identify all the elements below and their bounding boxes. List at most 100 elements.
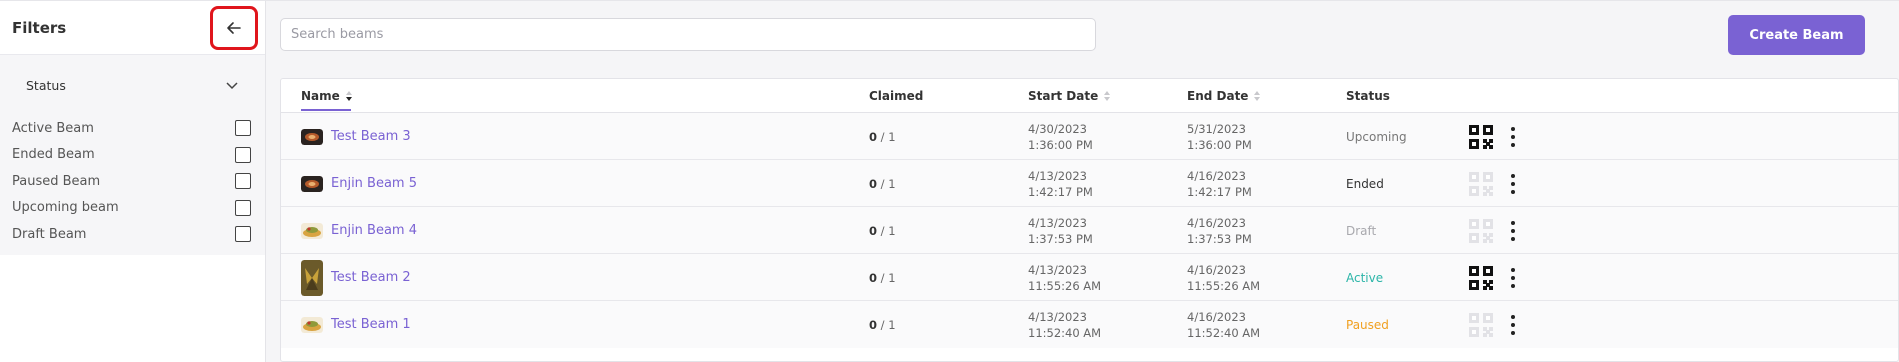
more-options-button[interactable]: [1510, 301, 1516, 348]
end-date-cell: 4/16/2023 1:42:17 PM: [1187, 160, 1252, 207]
start-date: 4/13/2023: [1028, 168, 1087, 183]
start-date-cell: 4/13/2023 11:52:40 AM: [1028, 301, 1101, 348]
beam-name-link[interactable]: Enjin Beam 5: [331, 176, 417, 191]
create-beam-button[interactable]: Create Beam: [1728, 15, 1865, 55]
search-input[interactable]: [280, 18, 1096, 51]
beam-name-link[interactable]: Test Beam 3: [331, 129, 411, 144]
name-cell: Enjin Beam 4: [301, 207, 417, 254]
claimed-count: 0: [869, 129, 878, 144]
status-cell: Ended: [1346, 160, 1384, 207]
more-vertical-icon: [1510, 314, 1516, 335]
end-time: 1:37:53 PM: [1187, 231, 1252, 246]
more-vertical-icon: [1510, 173, 1516, 194]
start-date: 4/30/2023: [1028, 121, 1087, 136]
claimed-total: / 1: [877, 223, 896, 238]
table-row[interactable]: Test Beam 1 0 / 1 4/13/2023 11:52:40 AM …: [281, 301, 1898, 348]
end-date-cell: 4/16/2023 11:52:40 AM: [1187, 301, 1260, 348]
claimed-total: / 1: [877, 270, 896, 285]
filter-option[interactable]: Paused Beam: [12, 168, 253, 195]
qr-cell[interactable]: [1469, 113, 1493, 160]
start-time: 1:36:00 PM: [1028, 137, 1093, 152]
table-row[interactable]: Test Beam 2 0 / 1 4/13/2023 11:55:26 AM …: [281, 254, 1898, 301]
claimed-count: 0: [869, 223, 878, 238]
more-options-button[interactable]: [1510, 254, 1516, 301]
end-date-cell: 5/31/2023 1:36:00 PM: [1187, 113, 1252, 160]
filter-checkbox[interactable]: [235, 226, 251, 243]
end-time: 11:52:40 AM: [1187, 325, 1261, 340]
filter-options-list: Active Beam Ended Beam Paused Beam Upcom…: [12, 115, 253, 248]
name-column-header[interactable]: Name: [301, 79, 352, 113]
name-sort-underline: [301, 109, 351, 111]
name-cell: Test Beam 3: [301, 113, 411, 160]
start-header-label: Start Date: [1028, 89, 1099, 103]
status-text: Paused: [1346, 317, 1389, 332]
collapse-sidebar-button[interactable]: [210, 5, 258, 50]
filter-option[interactable]: Draft Beam: [12, 221, 253, 248]
filter-option[interactable]: Ended Beam: [12, 142, 253, 169]
status-cell: Draft: [1346, 207, 1376, 254]
qr-code-icon[interactable]: [1469, 265, 1493, 290]
status-text: Ended: [1346, 176, 1384, 191]
start-date-column-header[interactable]: Start Date: [1028, 79, 1111, 113]
claimed-count: 0: [869, 270, 878, 285]
end-date: 4/16/2023: [1187, 309, 1246, 324]
end-date-cell: 4/16/2023 1:37:53 PM: [1187, 207, 1252, 254]
more-options-button[interactable]: [1510, 160, 1516, 207]
start-time: 1:42:17 PM: [1028, 184, 1093, 199]
end-date: 4/16/2023: [1187, 168, 1246, 183]
filter-option-label: Ended Beam: [12, 147, 95, 163]
qr-code-icon[interactable]: [1469, 124, 1493, 149]
name-cell: Test Beam 2: [301, 254, 411, 301]
qr-cell: [1469, 301, 1493, 348]
status-cell: Active: [1346, 254, 1383, 301]
beam-thumbnail-image: [301, 128, 323, 145]
status-text: Upcoming: [1346, 129, 1407, 144]
arrow-left-icon: [227, 21, 241, 34]
more-options-button[interactable]: [1510, 207, 1516, 254]
claimed-total: / 1: [877, 176, 896, 191]
status-header-label: Status: [1346, 89, 1390, 103]
status-text: Active: [1346, 270, 1384, 285]
claimed-cell: 0 / 1: [869, 113, 896, 160]
beam-name-link[interactable]: Test Beam 1: [331, 317, 411, 332]
filter-checkbox[interactable]: [235, 146, 251, 163]
start-time: 1:37:53 PM: [1028, 231, 1093, 246]
status-text: Draft: [1346, 223, 1377, 238]
start-date-cell: 4/13/2023 1:42:17 PM: [1028, 160, 1093, 207]
status-column-header: Status: [1346, 79, 1390, 113]
end-date-cell: 4/16/2023 11:55:26 AM: [1187, 254, 1260, 301]
beam-thumbnail-image: [301, 316, 323, 333]
start-date-cell: 4/13/2023 1:37:53 PM: [1028, 207, 1093, 254]
beam-name-link[interactable]: Test Beam 2: [331, 270, 411, 285]
end-date: 5/31/2023: [1187, 121, 1246, 136]
more-options-button[interactable]: [1510, 113, 1516, 160]
qr-cell[interactable]: [1469, 254, 1493, 301]
start-date-cell: 4/30/2023 1:36:00 PM: [1028, 113, 1093, 160]
status-cell: Upcoming: [1346, 113, 1407, 160]
filter-checkbox[interactable]: [235, 120, 251, 137]
claimed-cell: 0 / 1: [869, 254, 896, 301]
claimed-total: / 1: [877, 317, 896, 332]
sort-icon: [1254, 91, 1261, 101]
start-time: 11:55:26 AM: [1028, 278, 1102, 293]
start-date: 4/13/2023: [1028, 262, 1087, 277]
filter-checkbox[interactable]: [235, 173, 251, 190]
status-filter-toggle[interactable]: Status: [12, 55, 253, 115]
beam-name-link[interactable]: Enjin Beam 4: [331, 223, 417, 238]
name-cell: Enjin Beam 5: [301, 160, 417, 207]
claimed-count: 0: [869, 317, 878, 332]
table-row[interactable]: Enjin Beam 4 0 / 1 4/13/2023 1:37:53 PM …: [281, 207, 1898, 254]
filter-option-label: Active Beam: [12, 120, 94, 136]
end-time: 1:42:17 PM: [1187, 184, 1252, 199]
name-cell: Test Beam 1: [301, 301, 411, 348]
table-row[interactable]: Enjin Beam 5 0 / 1 4/13/2023 1:42:17 PM …: [281, 160, 1898, 207]
start-date-cell: 4/13/2023 11:55:26 AM: [1028, 254, 1101, 301]
claimed-total: / 1: [877, 129, 896, 144]
claimed-cell: 0 / 1: [869, 301, 896, 348]
filter-option[interactable]: Active Beam: [12, 115, 253, 142]
filter-checkbox[interactable]: [235, 199, 251, 216]
filter-option[interactable]: Upcoming beam: [12, 195, 253, 222]
end-date-column-header[interactable]: End Date: [1187, 79, 1261, 113]
more-vertical-icon: [1510, 126, 1516, 147]
table-row[interactable]: Test Beam 3 0 / 1 4/30/2023 1:36:00 PM 5…: [281, 113, 1898, 160]
